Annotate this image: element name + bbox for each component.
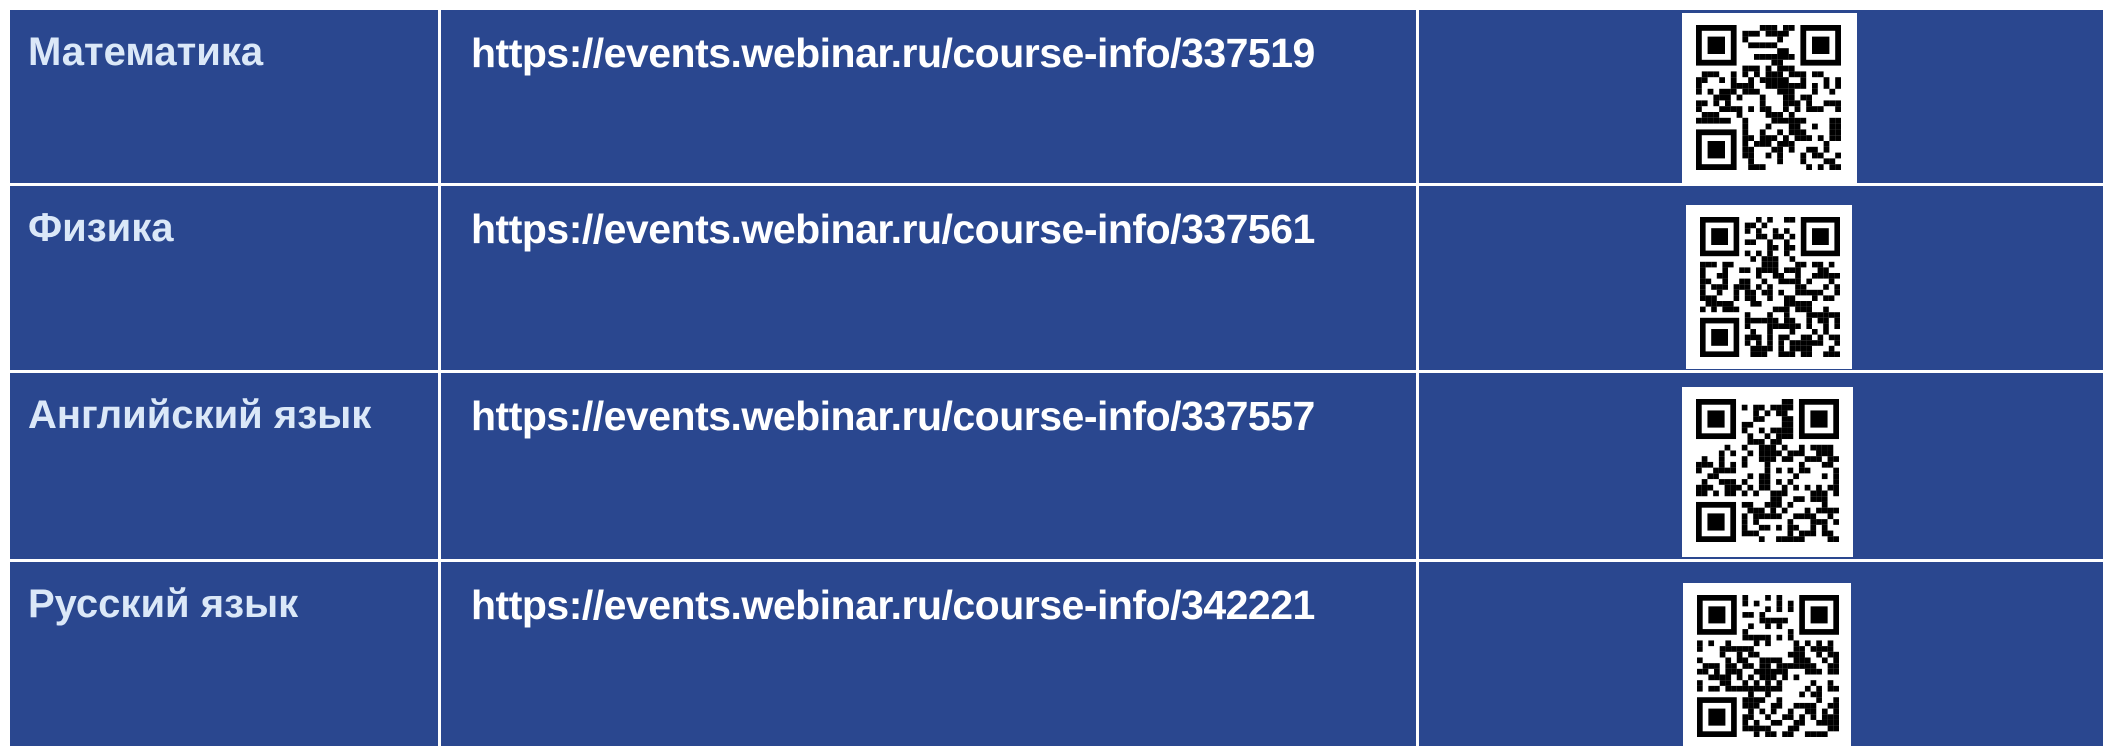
qr-cell [1419, 186, 2103, 370]
qr-cell [1419, 373, 2103, 559]
subject-name: Русский язык [28, 582, 299, 626]
subject-name: Математика [28, 30, 264, 74]
subject-cell: Математика [10, 10, 438, 183]
qr-cell [1419, 562, 2103, 746]
table-row: Русский язык https://events.webinar.ru/c… [10, 562, 2103, 746]
subject-cell: Русский язык [10, 562, 438, 746]
qr-code-icon [1683, 583, 1851, 746]
course-link[interactable]: https://events.webinar.ru/course-info/33… [471, 206, 1315, 253]
courses-table: Математика https://events.webinar.ru/cou… [0, 0, 2103, 746]
url-cell: https://events.webinar.ru/course-info/33… [441, 373, 1416, 559]
course-link[interactable]: https://events.webinar.ru/course-info/34… [471, 582, 1315, 629]
table-row: Математика https://events.webinar.ru/cou… [10, 10, 2103, 183]
url-cell: https://events.webinar.ru/course-info/34… [441, 562, 1416, 746]
qr-code-icon [1686, 205, 1852, 369]
url-cell: https://events.webinar.ru/course-info/33… [441, 186, 1416, 370]
url-cell: https://events.webinar.ru/course-info/33… [441, 10, 1416, 183]
subject-name: Физика [28, 206, 174, 250]
table-row: Английский язык https://events.webinar.r… [10, 373, 2103, 559]
subject-cell: Английский язык [10, 373, 438, 559]
subject-cell: Физика [10, 186, 438, 370]
subject-name: Английский язык [28, 393, 372, 437]
table-row: Физика https://events.webinar.ru/course-… [10, 186, 2103, 370]
course-link[interactable]: https://events.webinar.ru/course-info/33… [471, 393, 1315, 440]
course-link[interactable]: https://events.webinar.ru/course-info/33… [471, 30, 1315, 77]
qr-cell [1419, 10, 2103, 183]
qr-code-icon [1682, 13, 1857, 183]
qr-code-icon [1682, 387, 1853, 557]
